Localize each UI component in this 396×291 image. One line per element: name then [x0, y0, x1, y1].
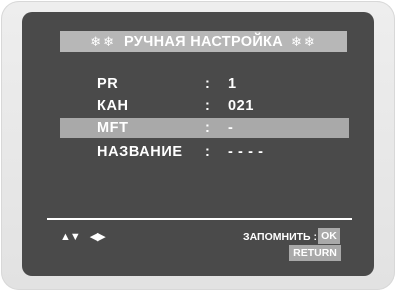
menu-title: РУЧНАЯ НАСТРОЙКА — [124, 33, 283, 50]
row-label: НАЗВАНИЕ — [97, 144, 183, 160]
menu-row-pr[interactable]: PR : 1 — [60, 74, 349, 94]
left-right-arrows-icon: ◀▶ — [89, 231, 106, 243]
row-separator: : — [205, 98, 211, 114]
menu-row-mft[interactable]: MFT : - — [60, 118, 349, 138]
navigation-hint: ▲▼ ◀▶ — [60, 230, 106, 243]
row-label: MFT — [97, 120, 129, 136]
row-separator: : — [205, 144, 211, 160]
row-separator: : — [205, 120, 211, 136]
row-value: - - - - — [228, 144, 264, 160]
row-label: КАН — [97, 98, 129, 114]
return-key[interactable]: RETURN — [289, 245, 341, 261]
save-label: ЗАПОМНИТЬ : — [243, 231, 317, 243]
row-value: 021 — [228, 98, 254, 114]
menu-row-kan[interactable]: КАН : 021 — [60, 96, 349, 116]
row-label: PR — [97, 76, 119, 92]
up-down-arrows-icon: ▲▼ — [60, 231, 81, 243]
ok-key[interactable]: OK — [318, 228, 340, 244]
snowflake-ornament-icon: ❄❄ — [90, 33, 117, 49]
menu-title-bar: ❄❄ РУЧНАЯ НАСТРОЙКА ❄❄ — [60, 31, 347, 52]
row-separator: : — [205, 76, 211, 92]
row-value: - — [228, 120, 234, 136]
menu-row-name[interactable]: НАЗВАНИЕ : - - - - — [60, 142, 349, 162]
snowflake-ornament-icon: ❄❄ — [290, 33, 317, 49]
row-value: 1 — [228, 76, 237, 92]
footer-divider — [47, 218, 352, 220]
